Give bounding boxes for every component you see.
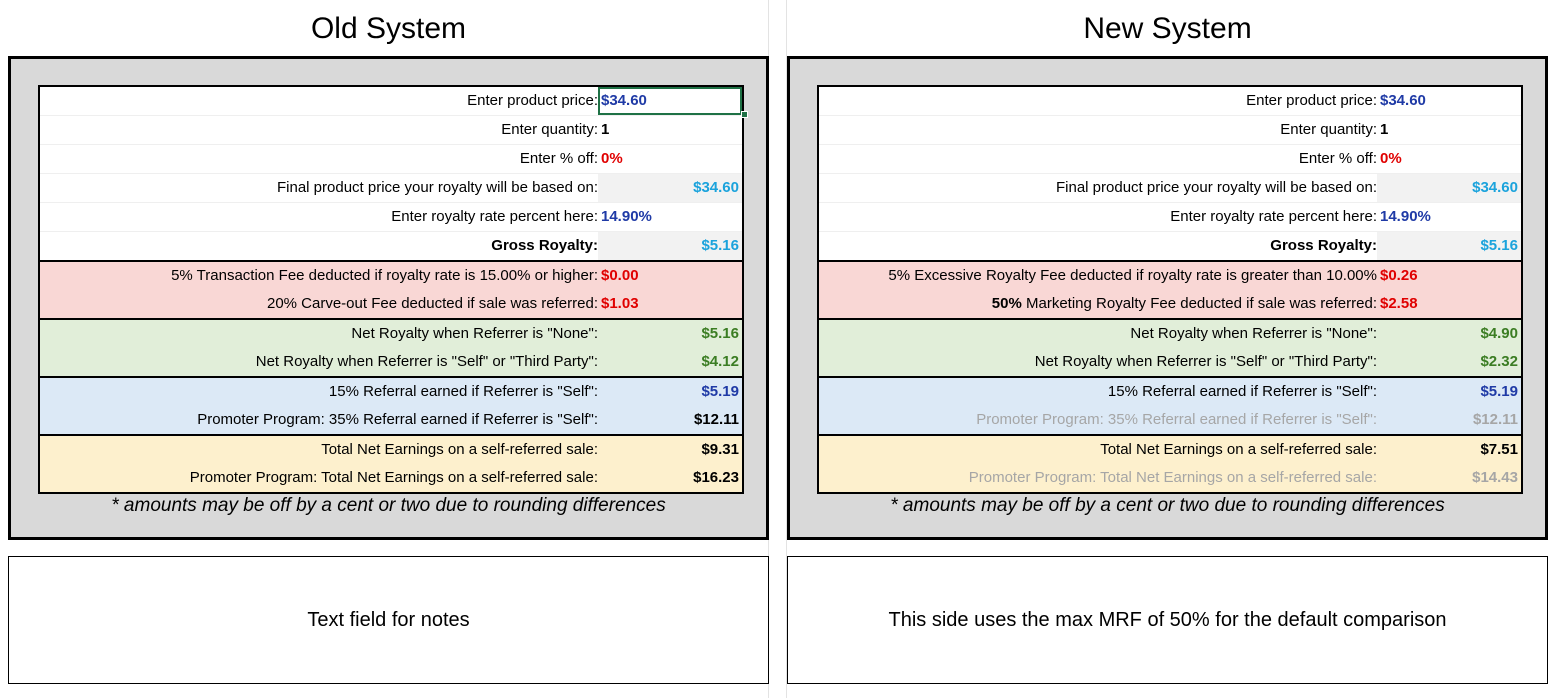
old-system-panel: Enter product price: $34.60 Enter quanti… — [8, 56, 769, 540]
label: Enter royalty rate percent here: — [391, 208, 598, 225]
label: Final product price your royalty will be… — [1056, 179, 1377, 196]
row-quantity: Enter quantity: 1 — [40, 116, 742, 145]
notes-text-field[interactable]: This side uses the max MRF of 50% for th… — [787, 556, 1548, 684]
label: Total Net Earnings on a self-referred sa… — [321, 441, 598, 458]
row-final-price: Final product price your royalty will be… — [819, 174, 1521, 203]
row-royalty-rate: Enter royalty rate percent here: 14.90% — [40, 203, 742, 232]
label: Promoter Program: 35% Referral earned if… — [197, 411, 598, 428]
row-percent-off: Enter % off: 0% — [40, 145, 742, 174]
row-net-royalty-none: Net Royalty when Referrer is "None": $5.… — [40, 318, 742, 348]
label: 5% Transaction Fee deducted if royalty r… — [171, 267, 598, 284]
row-promoter-referral: Promoter Program: 35% Referral earned if… — [40, 406, 742, 434]
promoter-referral-value: $12.11 — [1472, 411, 1518, 428]
label: 20% Carve-out Fee deducted if sale was r… — [266, 295, 598, 312]
royalty-rate-input[interactable]: 14.90% — [1377, 203, 1521, 231]
mrf-label-text: Marketing Royalty Fee deducted if sale w… — [1021, 295, 1377, 312]
row-final-price: Final product price your royalty will be… — [40, 174, 742, 203]
gross-royalty-value: $5.16 — [598, 232, 742, 260]
label: Net Royalty when Referrer is "None": — [1130, 325, 1377, 342]
new-system-panel: Enter product price: $34.60 Enter quanti… — [787, 56, 1548, 540]
referral-earned-value: $5.19 — [1480, 383, 1518, 400]
label: Promoter Program: 35% Referral earned if… — [976, 411, 1377, 428]
notes-text-field[interactable]: Text field for notes — [8, 556, 769, 684]
carve-out-fee-value: $1.03 — [601, 295, 639, 312]
referral-earned-value: $5.19 — [701, 383, 739, 400]
transaction-fee-value: $0.00 — [601, 267, 639, 284]
row-product-price: Enter product price: $34.60 — [819, 87, 1521, 116]
label: Enter % off: — [519, 150, 598, 167]
label: Gross Royalty: — [1270, 237, 1377, 254]
label: Enter royalty rate percent here: — [1170, 208, 1377, 225]
net-royalty-referred-value: $4.12 — [701, 353, 739, 370]
new-system-title: New System — [1083, 12, 1252, 45]
product-price-input[interactable]: $34.60 — [598, 87, 742, 115]
label: Enter quantity: — [501, 121, 598, 138]
row-net-royalty-none: Net Royalty when Referrer is "None": $4.… — [819, 318, 1521, 348]
final-price-value: $34.60 — [598, 174, 742, 202]
row-transaction-fee: 5% Transaction Fee deducted if royalty r… — [40, 260, 742, 290]
row-net-royalty-referred: Net Royalty when Referrer is "Self" or "… — [819, 348, 1521, 376]
row-excessive-royalty-fee: 5% Excessive Royalty Fee deducted if roy… — [819, 260, 1521, 290]
row-promoter-total-net: Promoter Program: Total Net Earnings on … — [819, 464, 1521, 492]
row-product-price: Enter product price: $34.60 — [40, 87, 748, 118]
row-promoter-referral: Promoter Program: 35% Referral earned if… — [819, 406, 1521, 434]
label: Promoter Program: Total Net Earnings on … — [189, 469, 598, 486]
total-net-value: $7.51 — [1480, 441, 1518, 458]
product-price-input[interactable]: $34.60 — [1377, 87, 1521, 115]
promoter-referral-value: $12.11 — [693, 411, 739, 428]
new-system-calculator: Enter product price: $34.60 Enter quanti… — [817, 85, 1523, 494]
total-net-value: $9.31 — [701, 441, 739, 458]
marketing-royalty-fee-value: $2.58 — [1380, 295, 1418, 312]
net-royalty-none-value: $4.90 — [1480, 325, 1518, 342]
label: 50% Marketing Royalty Fee deducted if sa… — [819, 290, 1377, 318]
net-royalty-none-value: $5.16 — [701, 325, 739, 342]
old-system-title: Old System — [310, 12, 467, 45]
net-royalty-referred-value: $2.32 — [1480, 353, 1518, 370]
row-marketing-royalty-fee: 50% Marketing Royalty Fee deducted if sa… — [819, 290, 1521, 318]
label: Gross Royalty: — [491, 237, 598, 254]
label: Net Royalty when Referrer is "None": — [351, 325, 598, 342]
label: Enter product price: — [467, 92, 598, 109]
rounding-footnote: * amounts may be off by a cent or two du… — [111, 495, 666, 516]
quantity-input[interactable]: 1 — [1377, 116, 1521, 144]
label: 15% Referral earned if Referrer is "Self… — [328, 383, 598, 400]
excessive-royalty-fee-value: $0.26 — [1380, 267, 1418, 284]
rounding-footnote: * amounts may be off by a cent or two du… — [890, 495, 1445, 516]
gross-royalty-value: $5.16 — [1377, 232, 1521, 260]
label: Enter quantity: — [1280, 121, 1377, 138]
row-promoter-total-net: Promoter Program: Total Net Earnings on … — [40, 464, 742, 492]
row-carve-out-fee: 20% Carve-out Fee deducted if sale was r… — [40, 290, 742, 318]
label: 5% Excessive Royalty Fee deducted if roy… — [888, 267, 1377, 284]
row-royalty-rate: Enter royalty rate percent here: 14.90% — [819, 203, 1521, 232]
row-gross-royalty: Gross Royalty: $5.16 — [819, 232, 1521, 260]
label: Total Net Earnings on a self-referred sa… — [1100, 441, 1377, 458]
row-quantity: Enter quantity: 1 — [819, 116, 1521, 145]
label: Final product price your royalty will be… — [277, 179, 598, 196]
label: Net Royalty when Referrer is "Self" or "… — [255, 353, 598, 370]
row-total-net: Total Net Earnings on a self-referred sa… — [819, 434, 1521, 464]
row-gross-royalty: Gross Royalty: $5.16 — [40, 232, 742, 260]
label: Enter product price: — [1246, 92, 1377, 109]
final-price-value: $34.60 — [1377, 174, 1521, 202]
label: Enter % off: — [1298, 150, 1377, 167]
percent-off-input[interactable]: 0% — [1377, 145, 1521, 173]
royalty-rate-input[interactable]: 14.90% — [598, 203, 742, 231]
old-system-calculator: Enter product price: $34.60 Enter quanti… — [38, 85, 748, 494]
percent-off-input[interactable]: 0% — [598, 145, 742, 173]
row-percent-off: Enter % off: 0% — [819, 145, 1521, 174]
label: Net Royalty when Referrer is "Self" or "… — [1034, 353, 1377, 370]
label: 15% Referral earned if Referrer is "Self… — [1107, 383, 1377, 400]
row-referral-earned: 15% Referral earned if Referrer is "Self… — [40, 376, 742, 406]
promoter-total-net-value: $14.43 — [1472, 469, 1518, 486]
label: Promoter Program: Total Net Earnings on … — [968, 469, 1377, 486]
row-net-royalty-referred: Net Royalty when Referrer is "Self" or "… — [40, 348, 742, 376]
fill-handle[interactable] — [741, 111, 748, 118]
row-referral-earned: 15% Referral earned if Referrer is "Self… — [819, 376, 1521, 406]
quantity-input[interactable]: 1 — [598, 116, 742, 144]
row-total-net: Total Net Earnings on a self-referred sa… — [40, 434, 742, 464]
mrf-percent: 50% — [991, 295, 1022, 312]
promoter-total-net-value: $16.23 — [693, 469, 739, 486]
